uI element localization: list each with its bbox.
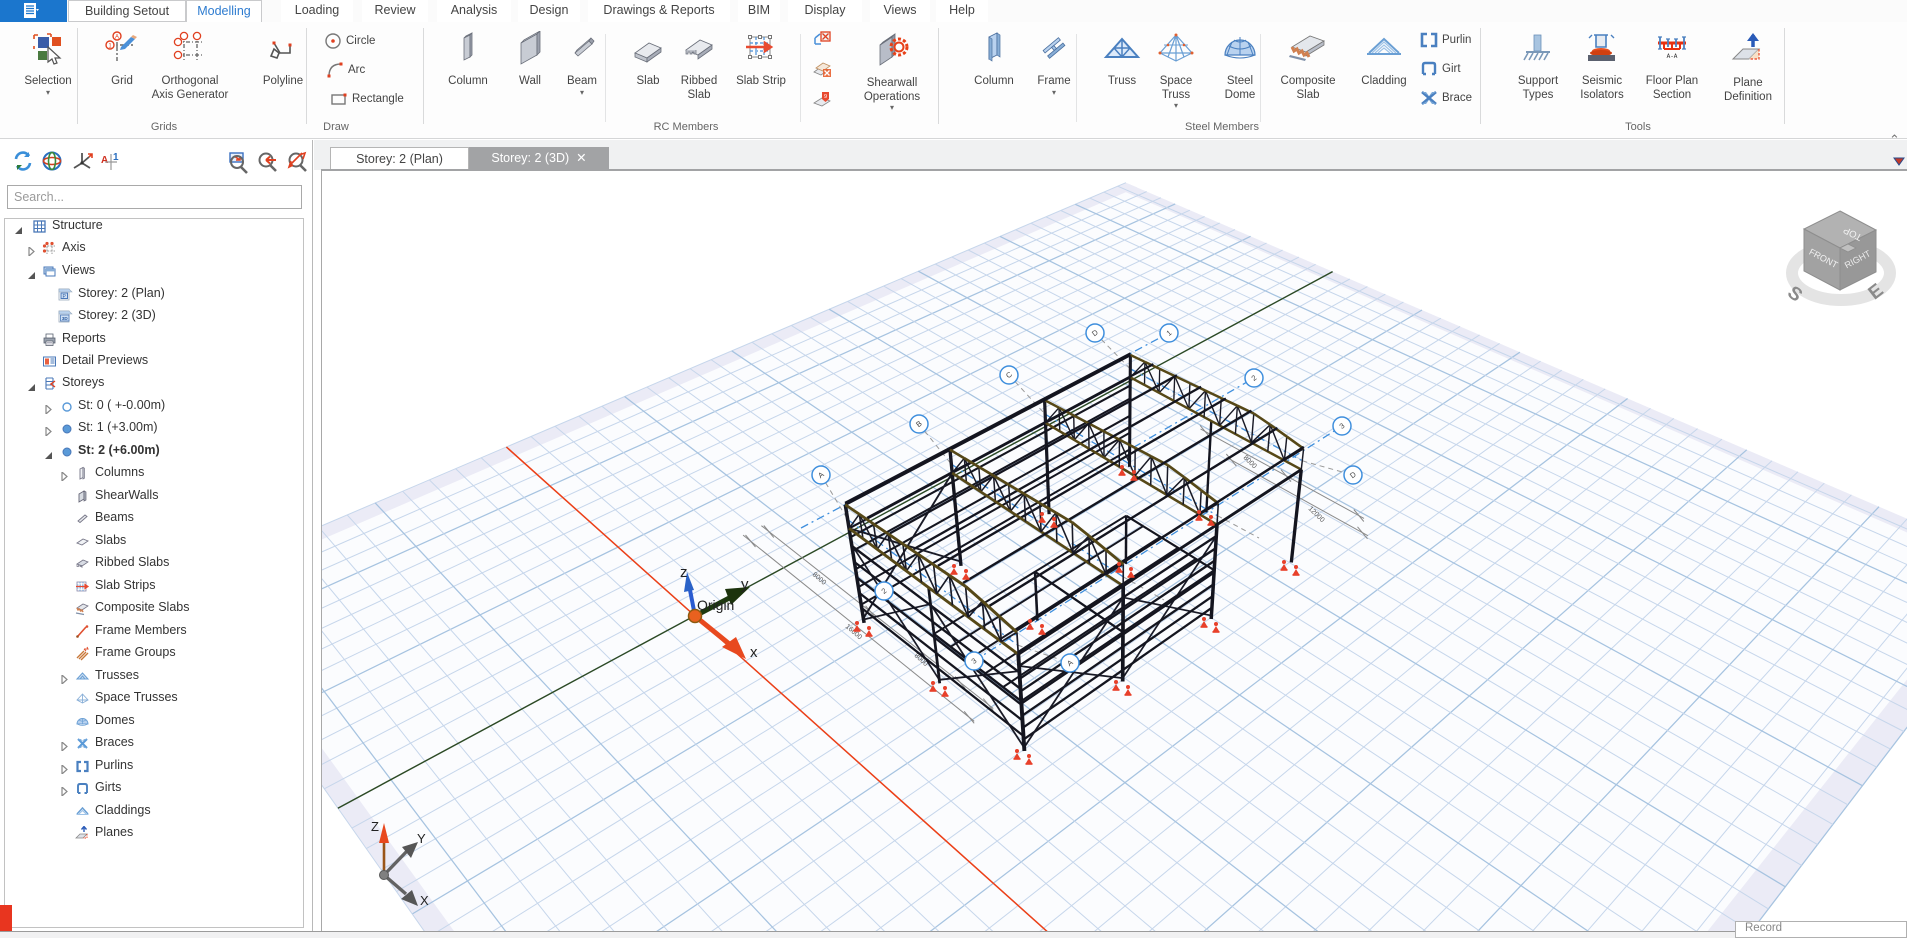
svg-text:1: 1: [113, 152, 119, 163]
svg-text:9: 9: [824, 94, 827, 100]
svg-text:Y: Y: [417, 831, 426, 846]
svg-text:z: z: [680, 564, 688, 581]
svg-text:X: X: [420, 893, 429, 908]
svg-text:Z: Z: [371, 819, 379, 834]
svg-text:A: A: [101, 155, 108, 166]
svg-text:x: x: [750, 644, 758, 661]
svg-text:A: A: [115, 35, 119, 41]
svg-text:A-A: A-A: [1667, 53, 1678, 60]
svg-text:Origin: Origin: [697, 597, 734, 613]
svg-text:3D: 3D: [62, 316, 69, 321]
svg-text:y: y: [741, 576, 749, 593]
